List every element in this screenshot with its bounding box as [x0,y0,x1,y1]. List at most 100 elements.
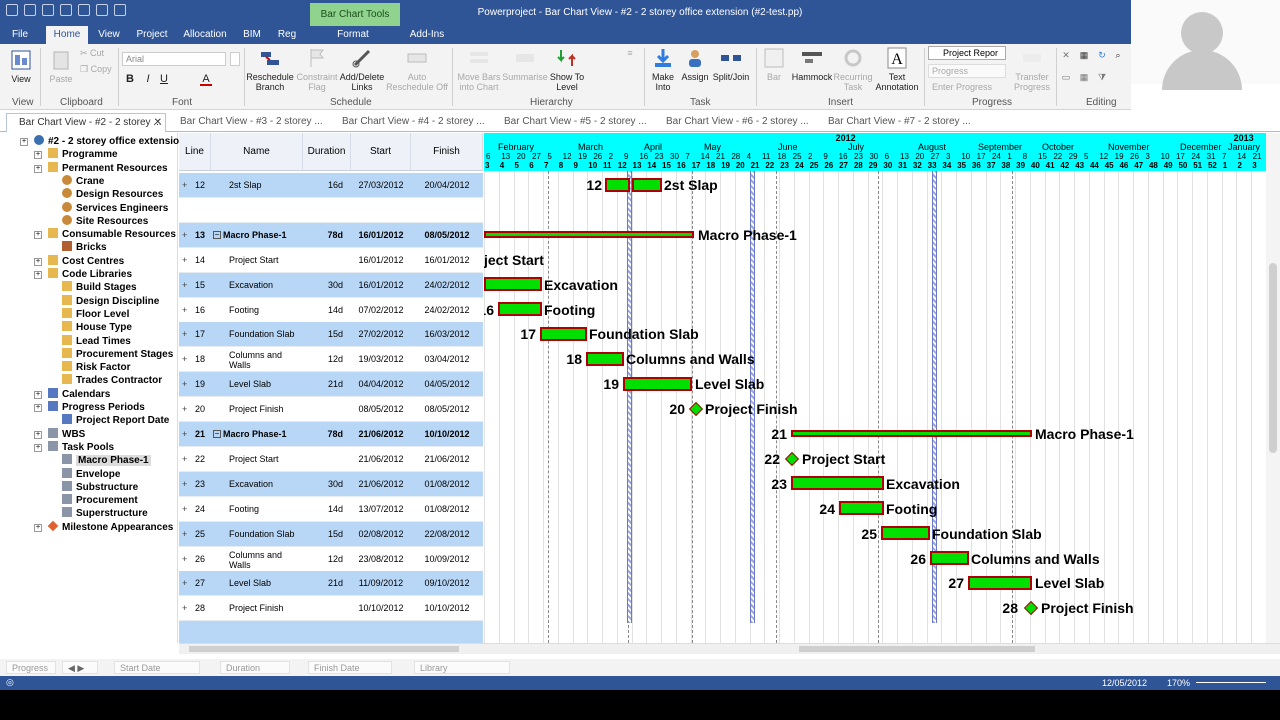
task-bar[interactable] [881,526,930,541]
tasks-icon[interactable]: ▦ [1078,50,1090,60]
start-date-field[interactable]: Start Date [114,661,200,674]
doc-tab-3[interactable]: Bar Chart View - #4 - 2 storey ... [330,113,490,132]
table-row[interactable]: +19 Level Slab 21d 04/04/2012 04/05/2012 [179,372,483,398]
indent-button[interactable]: ≡ [622,48,638,58]
cell-name[interactable] [229,198,301,223]
customize-icon[interactable] [114,4,126,16]
tree-node[interactable]: + Task Pools [34,440,114,454]
progress-report-select[interactable]: Project Repor [928,46,1006,60]
task-bar[interactable] [632,177,662,192]
save-icon[interactable] [24,4,36,16]
table-row[interactable]: +25 Foundation Slab 15d 02/08/2012 22/08/201… [179,521,483,547]
reschedule-branch-button[interactable]: Reschedule Branch [246,46,294,92]
tree-toggle[interactable]: + [34,430,42,439]
cell-name[interactable]: Project Start [229,248,301,273]
expand-icon[interactable]: + [182,223,187,248]
print-icon[interactable] [78,4,90,16]
cell-name[interactable]: Foundation Slab [229,522,301,547]
table-row[interactable]: +27 Level Slab 21d 11/09/2012 09/10/2012 [179,571,483,597]
table-row[interactable]: +21 Macro Phase-1− 78d 21/06/2012 10/10/2012 [179,422,483,447]
table-row[interactable]: +26 Columns and Walls 12d 23/08/2012 10/09/2… [179,547,483,572]
table-row[interactable]: +16 Footing 14d 07/02/2012 24/02/2012 [179,298,483,323]
expand-icon[interactable]: + [182,596,187,621]
tab-home[interactable]: Home [46,26,88,44]
tree-node[interactable]: + Progress Periods [34,401,145,414]
col-header-line[interactable]: Line [179,133,211,171]
tree-node[interactable]: Bricks [62,241,107,254]
tree-node[interactable]: Envelope [62,467,120,481]
doc-tab-2[interactable]: Bar Chart View - #3 - 2 storey ... [168,113,328,132]
table-row[interactable]: +18 Columns and Walls 12d 19/03/2012 03/04/2… [179,347,483,373]
font-color-button[interactable]: A [200,74,212,86]
summary-bar[interactable] [484,230,694,238]
tree-toggle[interactable]: + [20,138,28,146]
add-delete-links-button[interactable]: Add/Delete Links [338,46,386,92]
cell-name[interactable]: Footing [229,298,301,323]
tree-node[interactable]: Superstructure [62,507,148,520]
tree-toggle[interactable]: + [34,231,42,240]
milestone-diamond[interactable] [784,451,800,466]
table-row[interactable]: +15 Excavation 30d 16/01/2012 24/02/2012 [179,272,483,298]
expand-icon[interactable]: + [182,322,187,347]
duration-field[interactable]: Duration [220,661,290,674]
tree-node[interactable]: + Programme [34,148,118,161]
table-row[interactable]: +28 Project Finish 10/10/2012 10/10/2012 [179,596,483,622]
expand-icon[interactable]: + [182,472,187,497]
expand-icon[interactable]: + [182,571,187,596]
expand-icon[interactable]: + [182,298,187,323]
task-bar[interactable] [484,277,542,292]
expand-icon[interactable]: + [182,248,187,273]
expand-icon[interactable]: + [182,372,187,397]
tree-node[interactable]: + Milestone Appearances [34,520,173,534]
tab-bim[interactable]: BIM [238,26,266,44]
bar-area[interactable]: 12 2st Slap Macro Phase-1 ject Start Excavat… [484,171,1266,643]
split-join-button[interactable]: Split/Join [710,46,752,82]
cell-name[interactable]: Excavation [229,273,301,298]
grid-scroll-thumb[interactable] [189,646,459,652]
paste-button[interactable]: Paste [46,48,76,84]
auto-reschedule-button[interactable]: Auto Reschedule Off [386,46,448,92]
summarise-button[interactable]: Summarise [502,46,548,82]
expand-icon[interactable]: + [182,447,187,472]
expand-icon[interactable]: + [182,522,187,547]
vertical-scrollbar[interactable] [1266,133,1280,643]
task-bar[interactable] [540,326,587,341]
cell-name[interactable]: Level Slab [229,372,301,397]
doc-tab-1[interactable]: Bar Chart View - #2 - 2 storey ... ✕ [6,113,166,132]
italic-button[interactable]: I [142,74,154,85]
find-icon[interactable]: ⌕ [1112,50,1124,60]
task-bar[interactable] [623,376,692,391]
tree-toggle[interactable]: + [34,443,42,452]
show-to-level-button[interactable]: Show To Level [546,46,588,92]
finish-date-field[interactable]: Finish Date [308,661,392,674]
expand-icon[interactable]: + [182,397,187,422]
expand-icon[interactable]: + [182,347,187,372]
hammock-button[interactable]: Hammock [790,46,834,82]
tree-node[interactable]: Substructure [62,480,138,494]
tree-node[interactable]: Crane [62,174,104,188]
refresh-icon[interactable]: ↻ [1096,50,1108,60]
milestone-diamond[interactable] [1023,601,1039,616]
collapse-icon[interactable]: − [213,230,221,239]
recurring-task-button[interactable]: Recurring Task [832,46,874,92]
cut-button[interactable]: ✂ Cut [80,48,114,58]
cell-name[interactable]: Macro Phase-1 [223,422,303,447]
table-row[interactable]: +23 Excavation 30d 21/06/2012 01/08/2012 [179,471,483,497]
cell-name[interactable]: Project Start [229,447,301,472]
cell-name[interactable]: Macro Phase-1 [223,223,303,248]
delete-icon[interactable]: ✕ [1060,50,1072,60]
tree-node[interactable]: + Calendars [34,387,110,401]
tree-node[interactable]: Procurement Stages [62,347,173,361]
tree-node[interactable]: Macro Phase-1 [62,454,151,467]
cell-name[interactable]: Project Finish [229,596,301,621]
grid-icon[interactable]: ▦ [1078,72,1090,82]
task-bar[interactable] [930,551,969,565]
table-row[interactable]: +20 Project Finish 08/05/2012 08/05/2012 [179,397,483,423]
tab-reg[interactable]: Reg [274,26,300,44]
expand-icon[interactable]: + [182,173,187,198]
task-bar[interactable] [791,476,884,491]
app-icon[interactable] [6,4,18,16]
chart-scroll-thumb[interactable] [799,646,1035,652]
task-bar[interactable] [498,302,542,316]
cell-name[interactable]: Columns and Walls [229,547,301,572]
